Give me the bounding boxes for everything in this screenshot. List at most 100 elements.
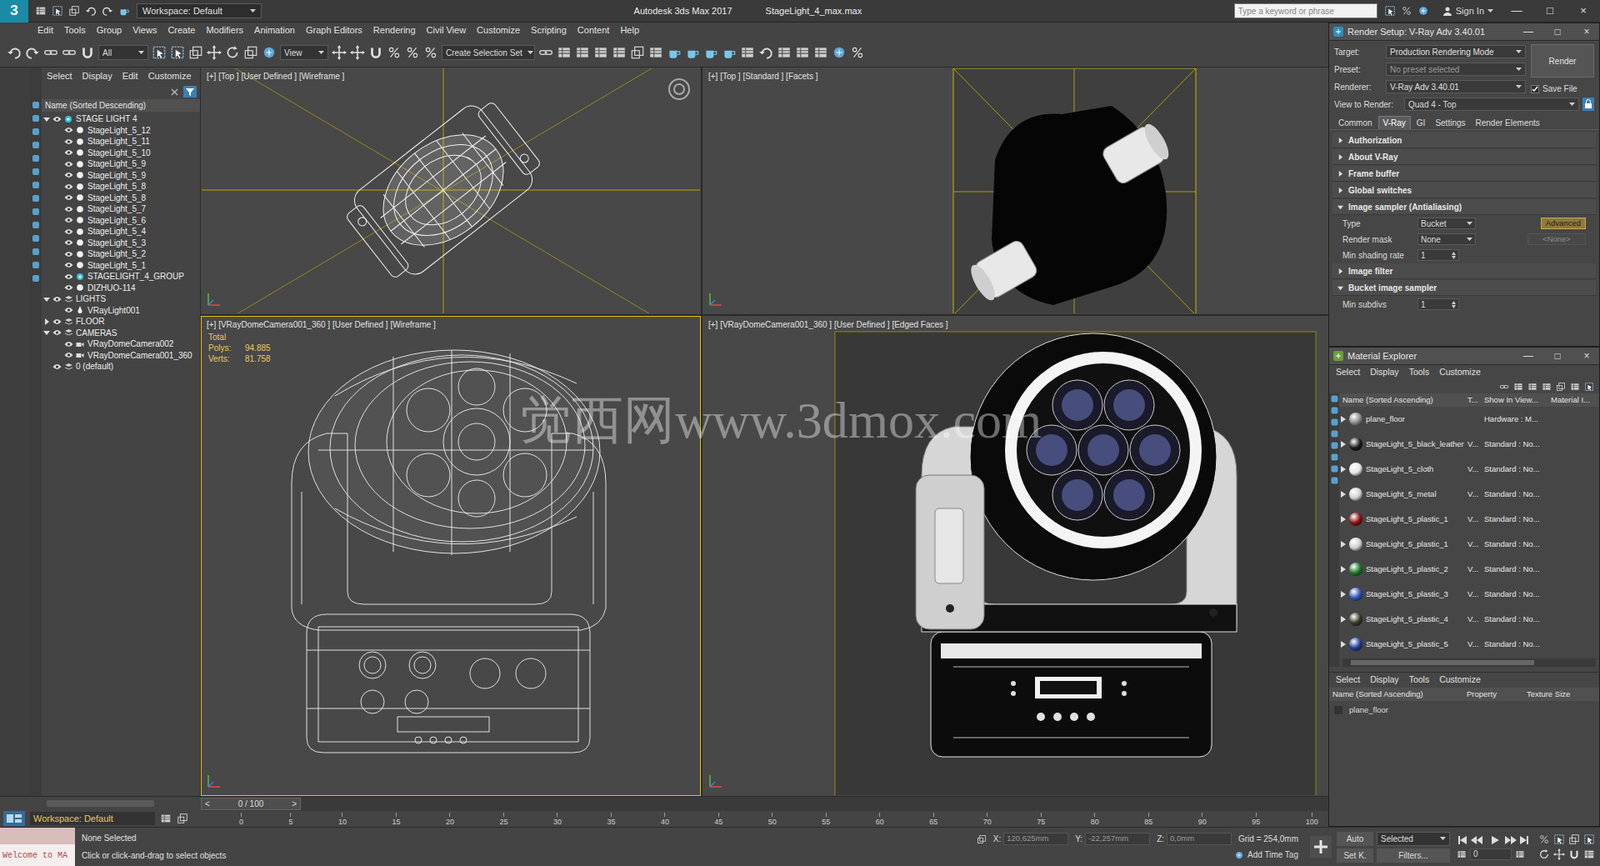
next-frame-button[interactable]: > [291,797,297,810]
select-region-icon[interactable] [151,45,167,60]
spinner-arrows-icon[interactable] [1451,300,1456,309]
menu-item[interactable]: Civil View [426,23,466,38]
percent-snap-icon[interactable] [1400,5,1413,17]
filter-icon[interactable] [1330,430,1339,438]
table-icon[interactable] [575,45,590,60]
scrollbar-thumb[interactable] [46,800,155,807]
expand-toggle-icon[interactable] [1340,490,1346,498]
table-icon[interactable] [1583,848,1595,860]
rollout-header[interactable]: About V-Ray [1332,149,1596,165]
scene-item[interactable]: StageLight_5_9 [43,158,199,170]
field-dropdown[interactable]: Production Rendering Mode [1385,45,1526,59]
filter-icon[interactable] [31,154,40,163]
visibility-eye-icon[interactable] [52,363,62,370]
material-row[interactable]: plane_floorHardware : M... [1339,406,1600,432]
teapot-icon[interactable] [721,45,737,60]
menu-item[interactable]: Customize [476,23,520,38]
window-control-button[interactable]: □ [1533,2,1567,20]
window-control-button[interactable]: × [1574,348,1600,364]
add-icon[interactable] [831,45,847,60]
scene-item[interactable]: StageLight_5_8 [43,180,199,193]
time-slider-track[interactable]: <0 / 100> [200,796,1329,811]
expand-toggle-icon[interactable] [1340,415,1346,423]
table-icon[interactable] [1513,381,1524,392]
link-icon[interactable] [1499,381,1510,392]
x-coordinate-field[interactable]: 120,625mm [1003,832,1069,845]
teapot-icon[interactable] [703,45,719,60]
column-header[interactable]: Material I... [1550,394,1591,406]
scene-item[interactable]: DIZHUO-114 [43,282,199,295]
percent-snap-icon[interactable] [1538,833,1550,845]
column-header[interactable]: Property [1466,688,1527,700]
visibility-eye-icon[interactable] [64,171,74,179]
menu-item[interactable]: Tools [64,23,86,38]
redo-icon[interactable] [101,5,114,17]
move-icon[interactable] [206,45,222,60]
visibility-eye-icon[interactable] [64,284,74,291]
table-icon[interactable] [556,45,572,60]
visibility-eye-icon[interactable] [64,351,74,359]
viewport[interactable]: [+] [Top ] [Standard ] [Facets ] [702,67,1329,315]
window-control-button[interactable]: — [1515,348,1541,364]
table-icon[interactable] [35,5,47,17]
filter-icon[interactable] [31,167,40,176]
search-input[interactable] [1234,3,1378,19]
time-slider-thumb[interactable]: <0 / 100> [200,797,301,810]
window-control-button[interactable]: × [1566,2,1600,20]
rollout-header[interactable]: Image sampler (Antialiasing) [1332,199,1596,215]
teapot-icon[interactable] [685,45,700,60]
percent-snap-icon[interactable] [423,45,439,60]
expand-toggle-icon[interactable] [1340,465,1346,473]
menu-item[interactable]: Scripting [530,23,567,38]
filter-icon[interactable] [31,127,40,136]
key-mode-dropdown[interactable]: Selected [1376,831,1450,846]
magnet-icon[interactable] [368,45,384,60]
window-control-button[interactable]: □ [1545,24,1570,40]
column-header[interactable]: Name (Sorted Ascending) [1329,688,1467,700]
menu-item[interactable]: Group [96,23,123,38]
menu-item[interactable]: Edit [37,23,54,38]
visibility-eye-icon[interactable] [52,295,62,303]
move-icon[interactable] [331,45,347,60]
column-header[interactable]: T... [1467,394,1485,406]
filter-icon[interactable] [31,100,40,110]
rollout-header[interactable]: Image filter [1332,263,1596,280]
table-icon[interactable] [795,45,810,60]
table-icon[interactable] [1570,381,1580,392]
explorer-menu-item[interactable]: Display [82,69,113,84]
visibility-eye-icon[interactable] [64,149,74,156]
rollout-toggle-icon[interactable] [1337,154,1344,160]
visibility-eye-icon[interactable] [52,115,62,123]
undo-icon[interactable] [6,45,22,60]
material-row[interactable]: StageLight_5_plastic_2V...Standard : No.… [1339,556,1600,582]
viewport[interactable]: [+] [VRayDomeCamera001_360 ] [User Defin… [200,315,701,796]
rollout-toggle-icon[interactable] [1337,137,1344,144]
expand-toggle-icon[interactable] [43,329,50,336]
material-row[interactable]: StageLight_5_metalV...Standard : No... [1339,481,1600,507]
filter-icon[interactable] [1330,406,1339,415]
window-control-button[interactable]: — [1500,2,1534,20]
explorer-menu-item[interactable]: Edit [122,69,139,84]
viewport-label[interactable]: [+] [Top ] [User Defined ] [Wireframe ] [206,70,345,82]
move-icon[interactable] [1553,848,1565,860]
scene-item[interactable]: VRayDomeCamera002 [43,338,199,350]
scale-icon[interactable] [976,834,987,845]
expand-toggle-icon[interactable] [1340,540,1346,548]
column-header[interactable]: Show In View... [1484,394,1551,406]
visibility-eye-icon[interactable] [64,126,74,134]
table-icon[interactable] [776,45,792,60]
menu-item[interactable]: Tools [1409,365,1430,380]
spinner-arrows-icon[interactable] [1451,251,1456,260]
rollout-toggle-icon[interactable] [1337,285,1344,291]
material-row[interactable]: StageLight_5_plastic_4V...Standard : No.… [1339,606,1600,632]
save-file-option[interactable]: Save File [1530,82,1595,95]
rollout-header[interactable]: Global switches [1332,182,1596,199]
rotate-icon[interactable] [1538,848,1550,860]
select-region-icon[interactable] [1384,5,1396,17]
table-icon[interactable] [611,45,627,60]
render-tab[interactable]: Render Elements [1471,115,1545,130]
add-icon[interactable] [1417,5,1430,17]
material-row[interactable]: StageLight_5_clothV...Standard : No... [1339,456,1600,482]
visibility-eye-icon[interactable] [64,306,74,314]
explorer-scrollbar[interactable] [0,796,201,811]
